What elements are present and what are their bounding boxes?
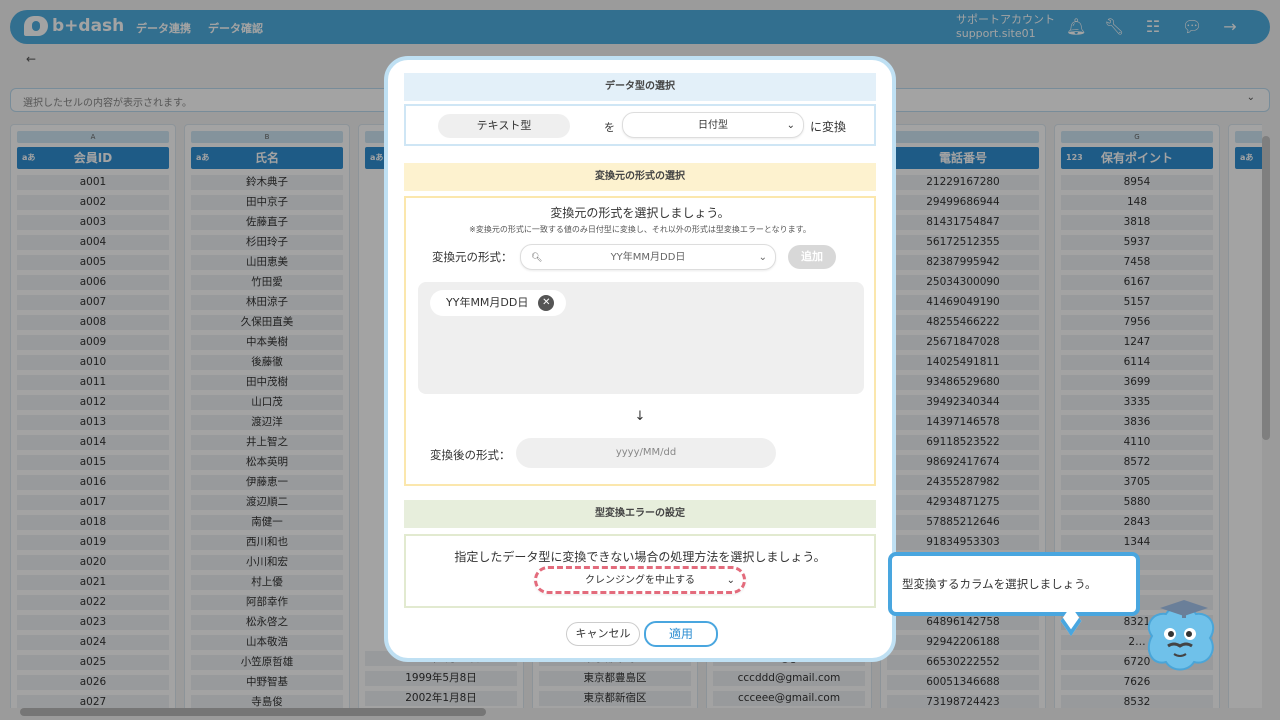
target-format-field: yyyy/MM/dd — [516, 438, 776, 468]
apply-button[interactable]: 適用 — [644, 621, 718, 647]
chevron-down-icon: ⌄ — [758, 252, 767, 263]
section-source-format-title: 変換元の形式の選択 — [404, 163, 876, 191]
source-format-value: YY年MM月DD日 — [610, 252, 686, 263]
target-format-label: 変換後の形式： — [430, 448, 511, 462]
convert-label: に変換 — [810, 120, 847, 134]
error-handling-value: クレンジングを中止する — [585, 575, 695, 586]
to-type-value: 日付型 — [698, 120, 728, 131]
section-source-format: 変換元の形式を選択しましょう。 ※変換元の形式に一致する値のみ日付型に変換し、そ… — [404, 196, 876, 486]
remove-tag-icon[interactable]: ✕ — [538, 295, 555, 311]
add-format-button[interactable]: 追加 — [788, 245, 836, 269]
section-error-title: 型変換エラーの設定 — [404, 500, 876, 528]
format-tag-label: YY年MM月DD日 — [446, 296, 529, 309]
source-format-label: 変換元の形式： — [432, 250, 513, 264]
section-data-type-title: データ型の選択 — [404, 73, 876, 101]
arrow-down-icon: ↓ — [634, 409, 646, 424]
source-format-select[interactable]: 🔍︎ YY年MM月DD日 ⌄ — [520, 244, 776, 270]
from-type-pill: テキスト型 — [438, 114, 570, 138]
selected-format-area: YY年MM月DD日 ✕ — [418, 282, 864, 394]
to-type-select[interactable]: 日付型 ⌄ — [622, 112, 804, 138]
search-icon: 🔍︎ — [531, 253, 543, 263]
type-conversion-dialog: データ型の選択 テキスト型 を 日付型 ⌄ に変換 変換元の形式の選択 変換元の… — [384, 56, 896, 662]
chevron-down-icon: ⌄ — [786, 120, 795, 131]
section-error-setting: 指定したデータ型に変換できない場合の処理方法を選択しましょう。 クレンジングを中… — [404, 534, 876, 608]
guide-tooltip-text: 型変換するカラムを選択しましょう。 — [902, 577, 1097, 591]
error-handling-select[interactable]: クレンジングを中止する ⌄ — [534, 566, 746, 594]
particle-wo: を — [604, 121, 615, 134]
error-instruction: 指定したデータ型に変換できない場合の処理方法を選択しましょう。 — [454, 550, 826, 564]
chevron-down-icon: ⌄ — [726, 575, 735, 586]
source-format-note: ※変換元の形式に一致する値のみ日付型に変換し、それ以外の形式は型変換エラーとなり… — [469, 225, 811, 234]
mascot-icon[interactable] — [1138, 596, 1222, 680]
format-tag: YY年MM月DD日 ✕ — [430, 290, 567, 316]
cancel-button[interactable]: キャンセル — [566, 622, 640, 646]
guide-tooltip: 型変換するカラムを選択しましょう。 — [888, 552, 1140, 616]
source-format-instruction: 変換元の形式を選択しましょう。 — [550, 206, 730, 220]
section-data-type: テキスト型 を 日付型 ⌄ に変換 — [404, 104, 876, 146]
